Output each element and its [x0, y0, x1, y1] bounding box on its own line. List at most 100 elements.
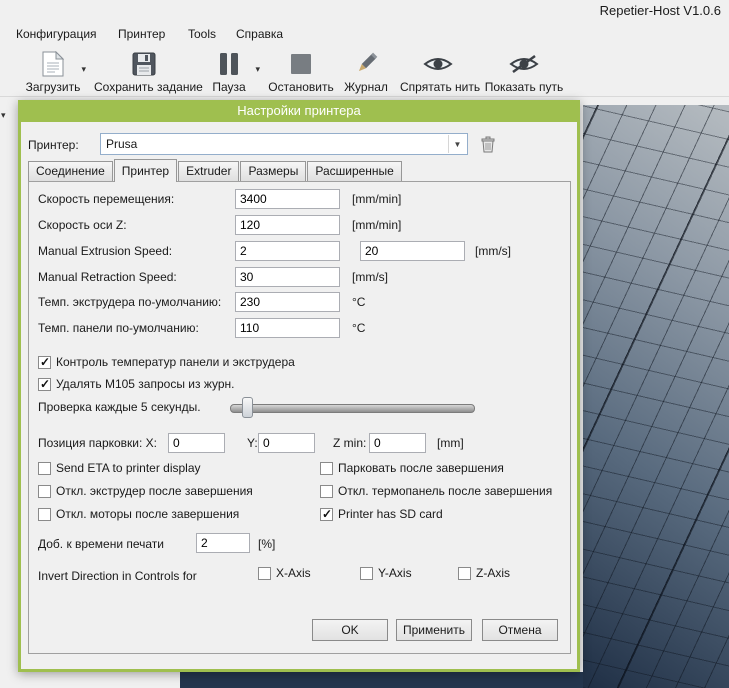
invert-x-checkbox[interactable]: X-Axis	[258, 566, 311, 580]
manual-extrusion-label: Manual Extrusion Speed:	[38, 244, 172, 258]
sd-card-checkbox[interactable]: Printer has SD card	[320, 507, 443, 521]
toolbar: ▾ ▾ Загрузить Сохранить задание ▾ Пауза …	[0, 46, 729, 97]
extruder-temp-label: Темп. экструдера по-умолчанию:	[38, 295, 221, 309]
manual-extrusion-high-input[interactable]	[360, 241, 465, 261]
tab-dimensions[interactable]: Размеры	[240, 161, 306, 181]
checkbox-icon[interactable]	[320, 508, 333, 521]
checkbox-label: Send ETA to printer display	[56, 461, 201, 475]
park-position-label: Позиция парковки: X:	[38, 436, 157, 450]
park-zmin-input[interactable]	[369, 433, 426, 453]
extruder-off-checkbox[interactable]: Откл. экструдер после завершения	[38, 484, 253, 498]
cropped-toolbar-chevron-down-icon[interactable]: ▾	[1, 110, 6, 121]
checkbox-label: Printer has SD card	[338, 507, 443, 521]
checkbox-icon[interactable]	[38, 462, 51, 475]
checkbox-label: Удалять M105 запросы из журн.	[56, 377, 234, 391]
checkbox-icon[interactable]	[38, 485, 51, 498]
checkbox-icon[interactable]	[38, 378, 51, 391]
toolbar-label: Загрузить	[18, 80, 88, 94]
log-button[interactable]: Журнал	[340, 48, 392, 95]
manual-extrusion-low-input[interactable]	[235, 241, 340, 261]
toolbar-label: Остановить	[264, 80, 338, 94]
checkbox-label: Y-Axis	[378, 566, 412, 580]
add-print-time-input[interactable]	[196, 533, 250, 553]
travel-speed-unit: [mm/min]	[352, 192, 401, 206]
invert-z-checkbox[interactable]: Z-Axis	[458, 566, 510, 580]
chevron-down-icon[interactable]: ▼	[448, 135, 466, 153]
park-x-input[interactable]	[168, 433, 225, 453]
checkbox-label: Откл. термопанель после завершения	[338, 484, 552, 498]
slider-thumb[interactable]	[242, 397, 253, 418]
menu-item-printer[interactable]: Принтер	[118, 27, 165, 41]
tab-printer[interactable]: Принтер	[114, 159, 177, 182]
ok-button[interactable]: OK	[312, 619, 388, 641]
eye-off-icon	[482, 50, 566, 78]
travel-speed-label: Скорость перемещения:	[38, 192, 174, 206]
stop-button[interactable]: Остановить	[264, 48, 338, 95]
save-job-button[interactable]: Сохранить задание	[94, 48, 194, 95]
menu-bar: Конфигурация Принтер Tools Справка	[0, 24, 729, 44]
slider-track[interactable]	[230, 404, 475, 413]
checkbox-label: X-Axis	[276, 566, 311, 580]
menu-item-tools[interactable]: Tools	[188, 27, 216, 41]
hide-filament-button[interactable]: Спрятать нить	[400, 48, 476, 95]
chevron-down-icon[interactable]: ▾	[255, 64, 260, 75]
park-y-input[interactable]	[258, 433, 315, 453]
dialog-title: Настройки принтера	[18, 100, 580, 122]
checkbox-label: Откл. моторы после завершения	[56, 507, 239, 521]
cancel-button[interactable]: Отмена	[482, 619, 558, 641]
delete-printer-button[interactable]	[478, 135, 498, 154]
check-interval-label: Проверка каждые 5 секунды.	[38, 400, 201, 414]
send-eta-checkbox[interactable]: Send ETA to printer display	[38, 461, 201, 475]
park-unit: [mm]	[437, 436, 464, 450]
tab-connection[interactable]: Соединение	[28, 161, 113, 181]
3d-viewport[interactable]	[583, 105, 729, 688]
park-zmin-label: Z min:	[333, 436, 366, 450]
extruder-temp-input[interactable]	[235, 292, 340, 312]
bed-off-checkbox[interactable]: Откл. термопанель после завершения	[320, 484, 552, 498]
manual-retraction-unit: [mm/s]	[352, 270, 388, 284]
toolbar-label: Спрятать нить	[400, 80, 476, 94]
park-y-label: Y:	[247, 436, 258, 450]
manual-retraction-input[interactable]	[235, 267, 340, 287]
park-after-job-checkbox[interactable]: Парковать после завершения	[320, 461, 504, 475]
extruder-temp-unit: °C	[352, 295, 365, 309]
invert-direction-label: Invert Direction in Controls for	[38, 569, 197, 583]
bed-temp-unit: °C	[352, 321, 365, 335]
show-travel-button[interactable]: Показать путь	[482, 48, 566, 95]
3d-viewport-bottom-edge[interactable]	[180, 672, 583, 688]
document-icon	[18, 50, 88, 78]
toolbar-label: Журнал	[340, 80, 392, 94]
bed-temp-label: Темп. панели по-умолчанию:	[38, 321, 199, 335]
motors-off-checkbox[interactable]: Откл. моторы после завершения	[38, 507, 239, 521]
pause-button[interactable]: ▾ Пауза	[198, 48, 260, 95]
check-interval-slider[interactable]	[230, 397, 475, 419]
printer-select[interactable]: Prusa ▼	[100, 133, 468, 155]
checkbox-icon[interactable]	[458, 567, 471, 580]
menu-item-configuration[interactable]: Конфигурация	[16, 27, 97, 41]
pencil-icon	[340, 50, 392, 78]
printer-settings-dialog: Настройки принтера Принтер: Prusa ▼ Соед…	[18, 100, 580, 672]
apply-button[interactable]: Применить	[396, 619, 472, 641]
load-button[interactable]: ▾ Загрузить	[18, 48, 88, 95]
toolbar-label: Показать путь	[482, 80, 566, 94]
tab-extruder[interactable]: Extruder	[178, 161, 239, 181]
checkbox-icon[interactable]	[320, 462, 333, 475]
checkbox-label: Контроль температур панели и экструдера	[56, 355, 295, 369]
add-print-time-label: Доб. к времени печати	[38, 537, 164, 551]
checkbox-icon[interactable]	[320, 485, 333, 498]
eye-icon	[400, 50, 476, 78]
travel-speed-input[interactable]	[235, 189, 340, 209]
invert-y-checkbox[interactable]: Y-Axis	[360, 566, 412, 580]
menu-item-help[interactable]: Справка	[236, 27, 283, 41]
chevron-down-icon[interactable]: ▾	[81, 64, 86, 75]
bed-temp-input[interactable]	[235, 318, 340, 338]
checkbox-icon[interactable]	[258, 567, 271, 580]
manual-extrusion-unit: [mm/s]	[475, 244, 511, 258]
checkbox-icon[interactable]	[360, 567, 373, 580]
checkbox-icon[interactable]	[38, 356, 51, 369]
checkbox-icon[interactable]	[38, 508, 51, 521]
z-speed-input[interactable]	[235, 215, 340, 235]
temp-monitor-checkbox[interactable]: Контроль температур панели и экструдера	[38, 355, 295, 369]
tab-advanced[interactable]: Расширенные	[307, 161, 402, 181]
remove-m105-checkbox[interactable]: Удалять M105 запросы из журн.	[38, 377, 234, 391]
